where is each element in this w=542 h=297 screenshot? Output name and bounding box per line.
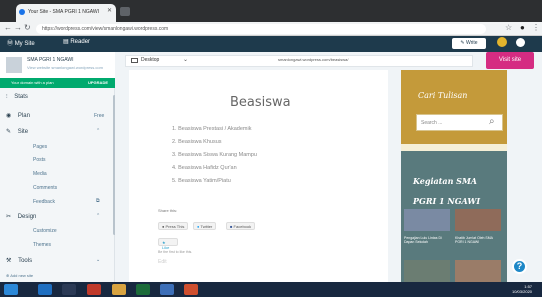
app-icon[interactable]	[160, 284, 174, 295]
my-site-link[interactable]: Ⓦ My Site	[7, 38, 35, 47]
windows-taskbar	[0, 282, 542, 297]
powerpoint-icon[interactable]	[184, 284, 198, 295]
reader-link[interactable]: ▤ Reader	[63, 38, 90, 45]
press-this-icon: ●	[162, 224, 165, 229]
activity-caption: Khatib Jum'at Oleh SMA PGRI 1 NGAWI	[455, 236, 493, 244]
notifications-icon[interactable]	[497, 37, 507, 47]
system-clock[interactable]: 1:57 10/03/2020	[512, 284, 532, 294]
sidebar-item-media[interactable]: Media	[33, 171, 47, 177]
sidebar-item-themes[interactable]: Themes	[33, 242, 51, 248]
app-icon[interactable]	[136, 284, 150, 295]
back-icon[interactable]: ←	[4, 23, 12, 32]
stats-icon: ⫶	[6, 94, 8, 100]
page-title: Beasiswa	[230, 95, 291, 110]
list-item: 2. Beasiswa Khusus	[172, 139, 222, 145]
search-widget-title: Cari Tulisan	[418, 91, 468, 100]
external-link-icon: ⧉	[96, 198, 100, 204]
list-item: 1. Beasiswa Prestasi / Akademik	[172, 126, 252, 132]
sidebar-item-customize[interactable]: Customize	[33, 228, 57, 234]
upgrade-text: Your domain with a plan	[11, 80, 54, 85]
chrome-icon[interactable]	[112, 284, 126, 295]
activity-photo[interactable]	[404, 209, 450, 231]
activity-photo[interactable]	[455, 209, 501, 231]
wordpress-logo-icon: Ⓦ	[7, 41, 14, 47]
chevron-up-icon[interactable]: ⌃	[96, 213, 100, 219]
preview-url: smanlongawi.wordpress.com/beasiswa/	[278, 57, 349, 62]
sidebar-item-stats[interactable]: ⫶ Stats	[6, 94, 28, 101]
plus-circle-icon: ⊕	[6, 273, 10, 278]
sidebar-item-plan[interactable]: ◉ Plan	[6, 112, 30, 119]
reader-icon: ▤	[63, 39, 69, 45]
design-icon: ✂	[6, 214, 12, 220]
visit-site-button[interactable]: Visit site	[486, 52, 534, 69]
activity-photo[interactable]	[404, 260, 450, 282]
list-item: 3. Beasiswa Siswa Kurang Mampu	[172, 152, 257, 158]
pencil-icon: ✎	[6, 129, 12, 135]
sidebar-item-tools[interactable]: ⚒ Tools	[6, 257, 32, 264]
plan-icon: ◉	[6, 113, 12, 119]
search-widget	[401, 70, 507, 144]
write-button[interactable]: ✎ Write	[452, 38, 486, 49]
wrench-icon: ⚒	[6, 258, 12, 264]
wordpress-favicon-icon	[19, 9, 25, 15]
add-new-site-link[interactable]: ⊕ Add new site	[6, 273, 33, 278]
share-facebook-button[interactable]: ■ Facebook	[226, 222, 256, 230]
sidebar-item-design[interactable]: ✂ Design	[6, 213, 36, 220]
edit-link[interactable]: Edit	[158, 259, 167, 265]
desktop-icon	[131, 58, 138, 63]
browser-tab[interactable]: Your Site - SMA PGRI 1 NGAWI ✕	[16, 4, 116, 22]
site-name: SMA PGRI 1 NGAWI	[27, 57, 74, 63]
windows-start-icon[interactable]	[4, 284, 18, 295]
sidebar-item-site[interactable]: ✎ Site	[6, 128, 28, 135]
plan-badge: Free	[94, 113, 105, 119]
device-select[interactable]: Desktop	[141, 57, 159, 63]
site-url[interactable]: View website smanlongawi.wordpress.com	[27, 65, 103, 70]
chevron-up-icon[interactable]: ⌃	[96, 128, 100, 134]
edge-icon[interactable]	[38, 284, 52, 295]
avatar[interactable]	[516, 38, 525, 47]
file-explorer-icon[interactable]	[62, 284, 76, 295]
activities-widget-title: Kegiatan SMA PGRI 1 NGAWI	[413, 176, 481, 206]
upgrade-button[interactable]: UPGRADE	[88, 80, 108, 85]
list-item: 4. Beasiswa Hafidz Qur'an	[172, 165, 237, 171]
like-subtext: Be the first to like this.	[158, 250, 193, 254]
forward-icon[interactable]: →	[14, 23, 22, 32]
sidebar-item-posts[interactable]: Posts	[33, 157, 46, 163]
activity-caption: Pengajian Lulu Lintas Di Dapan Sekolah	[404, 236, 442, 244]
media-player-icon[interactable]	[87, 284, 101, 295]
site-icon	[6, 57, 22, 73]
sidebar-item-pages[interactable]: Pages	[33, 144, 47, 150]
like-button[interactable]: ★ Like	[158, 238, 178, 250]
help-icon[interactable]: ?	[512, 259, 527, 274]
url-input[interactable]: https://wordpress.com/view/smanlongawi.w…	[36, 24, 486, 34]
new-tab-icon[interactable]	[120, 7, 130, 16]
facebook-icon: ■	[230, 224, 233, 229]
chevron-down-icon[interactable]: ⌄	[96, 257, 100, 263]
profile-icon[interactable]: ●	[520, 23, 525, 32]
list-item: 5. Beasiswa Yatim/Piatu	[172, 178, 231, 184]
share-press-this-button[interactable]: ● Press This	[158, 222, 189, 230]
share-twitter-button[interactable]: ● Twitter	[193, 222, 217, 230]
bookmark-star-icon[interactable]: ☆	[505, 23, 512, 32]
close-tab-icon[interactable]: ✕	[107, 7, 112, 14]
share-label: Share this:	[158, 208, 178, 213]
menu-icon[interactable]: ⋮	[532, 23, 540, 32]
tab-title: Your Site - SMA PGRI 1 NGAWI	[28, 9, 100, 15]
sidebar-item-feedback[interactable]: Feedback	[33, 199, 55, 205]
pencil-icon: ✎	[460, 40, 465, 46]
activity-photo[interactable]	[455, 260, 501, 282]
search-icon[interactable]: ⌕	[489, 116, 495, 127]
reload-icon[interactable]: ↻	[24, 23, 31, 32]
chevron-down-icon[interactable]: ⌄	[183, 56, 188, 63]
sidebar-item-comments[interactable]: Comments	[33, 185, 57, 191]
